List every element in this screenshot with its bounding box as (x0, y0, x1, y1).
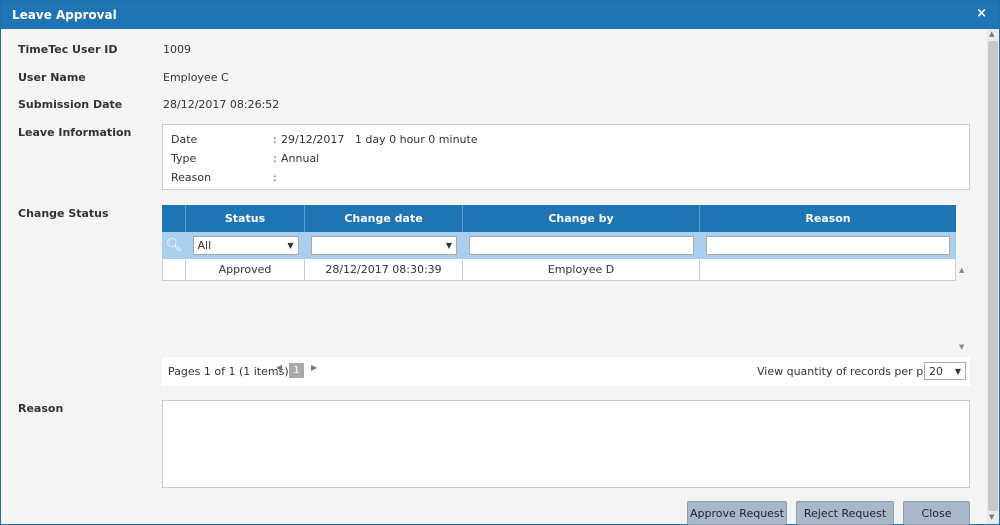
dialog-title: Leave Approval (12, 8, 117, 22)
leave-date-key: Date (171, 133, 198, 146)
chevron-down-icon: ▼ (954, 366, 961, 376)
header-spacer (162, 205, 186, 232)
submission-date-label: Submission Date (18, 98, 123, 111)
title-bar: Leave Approval × (1, 1, 999, 29)
reason-filter-input[interactable] (706, 236, 950, 255)
leave-reason-key: Reason (171, 171, 212, 184)
chevron-down-icon: ▼ (445, 241, 452, 250)
colon: : (273, 152, 277, 165)
chevron-down-icon: ▼ (287, 241, 294, 250)
records-per-page-select[interactable]: 20 ▼ (924, 362, 966, 380)
grid-scroll-down-icon[interactable]: ▼ (959, 343, 964, 351)
filter-date-cell: ▼ (305, 232, 463, 259)
row-change-by: Employee D (463, 259, 700, 280)
leave-type-value: Annual (281, 152, 320, 165)
user-id-value: 1009 (163, 43, 191, 56)
grid-header: Status Change date Change by Reason (162, 205, 956, 232)
row-spacer (163, 259, 186, 280)
filter-status-cell: All ▼ (186, 232, 305, 259)
scroll-down-icon[interactable]: ▼ (989, 513, 994, 521)
leave-type-key: Type (171, 152, 197, 165)
filter-reason-cell (700, 232, 956, 259)
header-change-by[interactable]: Change by (463, 205, 700, 232)
records-per-page-value: 20 (929, 364, 943, 378)
user-name-label: User Name (18, 71, 86, 84)
colon: : (273, 133, 277, 146)
reason-textarea[interactable] (162, 400, 970, 488)
header-reason[interactable]: Reason (700, 205, 956, 232)
scrollbar-thumb[interactable] (988, 41, 998, 511)
leave-approval-dialog: Leave Approval × ▲ ▼ TimeTec User ID 100… (0, 0, 1000, 525)
row-change-date: 28/12/2017 08:30:39 (305, 259, 463, 280)
colon: : (273, 171, 277, 184)
pager: Pages 1 of 1 (1 items) ◀ 1 ▶ View quanti… (162, 357, 970, 386)
status-filter-value: All (197, 239, 212, 252)
reason-label: Reason (18, 402, 64, 415)
row-reason (700, 259, 956, 280)
row-status: Approved (186, 259, 305, 280)
status-filter-select[interactable]: All ▼ (192, 236, 299, 255)
grid-filter-row: 🔍︎ All ▼ ▼ (162, 232, 956, 259)
leave-information-label: Leave Information (18, 126, 132, 139)
header-status[interactable]: Status (186, 205, 305, 232)
pager-summary: Pages 1 of 1 (1 items) (168, 365, 289, 378)
header-change-date[interactable]: Change date (305, 205, 463, 232)
page-number-button[interactable]: 1 (289, 363, 304, 378)
status-grid: Status Change date Change by Reason 🔍︎ A… (162, 205, 956, 352)
filter-search-cell: 🔍︎ (162, 232, 186, 259)
grid-empty-area (162, 281, 956, 352)
filter-change-by-cell (463, 232, 700, 259)
close-icon[interactable]: × (976, 6, 987, 21)
search-icon[interactable]: 🔍︎ (166, 238, 183, 253)
change-date-filter-select[interactable]: ▼ (311, 236, 457, 255)
chevron-right-icon[interactable]: ▶ (311, 363, 317, 372)
table-row[interactable]: Approved 28/12/2017 08:30:39 Employee D (162, 259, 956, 281)
leave-date-value: 29/12/2017 1 day 0 hour 0 minute (281, 133, 478, 146)
reject-request-button[interactable]: Reject Request (796, 501, 894, 525)
records-per-page-label: View quantity of records per page (757, 365, 944, 378)
change-status-label: Change Status (18, 207, 109, 220)
leave-information-box: Date : 29/12/2017 1 day 0 hour 0 minute … (162, 124, 970, 190)
chevron-left-icon[interactable]: ◀ (276, 363, 282, 372)
approve-request-button[interactable]: Approve Request (687, 501, 787, 525)
change-by-filter-input[interactable] (469, 236, 694, 255)
user-name-value: Employee C (163, 71, 229, 84)
scroll-up-icon[interactable]: ▲ (989, 30, 994, 38)
close-button[interactable]: Close (903, 501, 970, 525)
grid-scroll-up-icon[interactable]: ▲ (959, 266, 964, 274)
user-id-label: TimeTec User ID (18, 43, 118, 56)
submission-date-value: 28/12/2017 08:26:52 (163, 98, 280, 111)
